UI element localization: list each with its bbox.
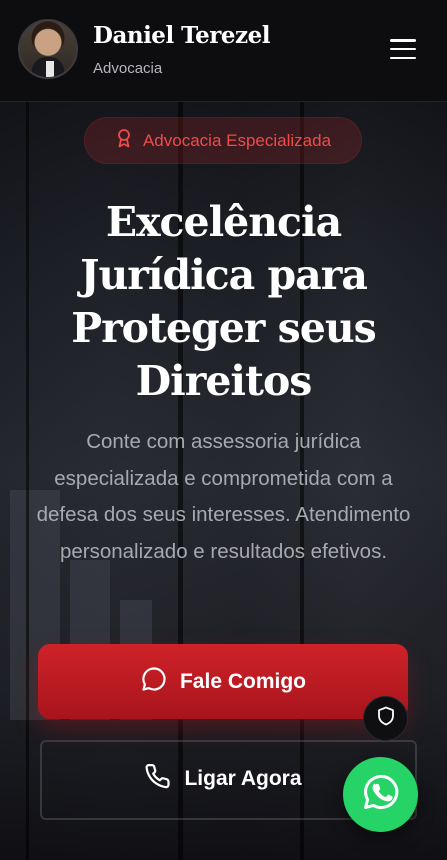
avatar-shirt	[46, 61, 54, 77]
badge-label: Advocacia Especializada	[142, 130, 332, 150]
specialty-badge: Advocacia Especializada	[84, 117, 362, 164]
contact-button-label: Fale Comigo	[179, 669, 306, 693]
brand-name[interactable]: Daniel Terezel	[93, 22, 270, 49]
menu-line	[390, 39, 416, 42]
call-button-label: Ligar Agora	[184, 767, 302, 790]
contact-button[interactable]: Fale Comigo	[38, 644, 408, 719]
site-header: Daniel Terezel Advocacia	[0, 0, 447, 102]
avatar[interactable]	[18, 19, 78, 79]
award-icon	[115, 128, 133, 153]
hero-title: Excelência Jurídica para Proteger seus D…	[71, 198, 377, 405]
hamburger-icon[interactable]	[388, 36, 418, 62]
whatsapp-button[interactable]	[343, 757, 418, 832]
chat-bubble-icon	[140, 665, 168, 699]
menu-line	[390, 47, 416, 51]
menu-line	[390, 56, 416, 59]
whatsapp-icon	[361, 772, 401, 817]
hero-description: Conte com assessoria jurídica especializ…	[36, 430, 411, 563]
phone-icon	[144, 762, 172, 796]
privacy-shield-button[interactable]	[363, 696, 408, 741]
shield-icon	[377, 706, 395, 731]
brand-subtitle: Advocacia	[93, 60, 163, 77]
